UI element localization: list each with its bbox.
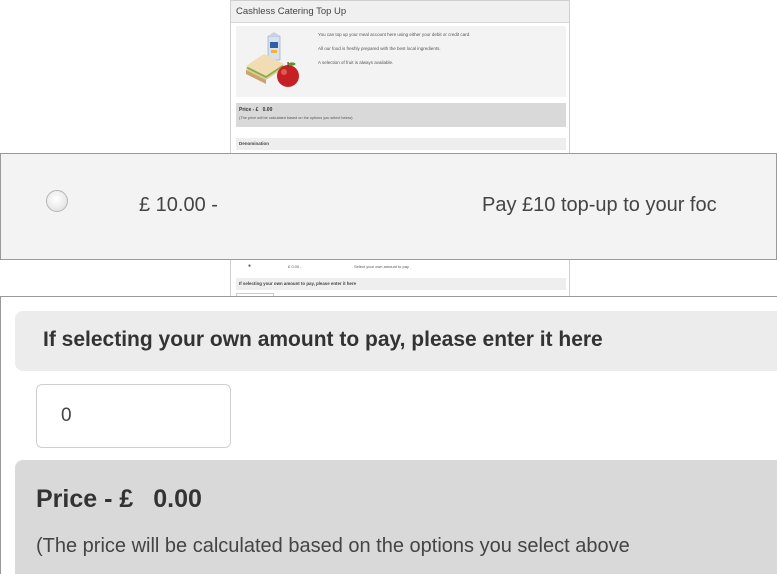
- price-note: (The price will be calculated based on t…: [36, 535, 630, 557]
- price-value: 0.00: [153, 485, 202, 513]
- option-description: Select your own amount to pay: [354, 264, 409, 269]
- denomination-heading: Denomination: [239, 141, 269, 146]
- option-amount: £ 0.00 -: [288, 264, 302, 269]
- own-amount-heading-small: If selecting your own amount to pay, ple…: [236, 278, 566, 290]
- option-amount: £ 10.00 -: [139, 194, 218, 216]
- sandwich-apple-drink-image: [242, 32, 304, 90]
- denomination-heading-panel: Denomination: [236, 138, 566, 150]
- radio-button-icon[interactable]: [46, 190, 68, 212]
- price-panel: Price - £ 0.00 (The price will be calcula…: [15, 460, 777, 574]
- price-label: Price - £ 0.00: [36, 485, 202, 514]
- price-note-small: (The price will be calculated based on t…: [239, 116, 353, 120]
- own-amount-input[interactable]: [36, 384, 231, 448]
- radio-button-icon[interactable]: ●: [248, 263, 251, 269]
- page-title: Cashless Catering Top Up: [231, 1, 569, 23]
- intro-line: All our food is freshly prepared with th…: [318, 46, 441, 51]
- own-amount-label-small: If selecting your own amount to pay, ple…: [239, 281, 357, 286]
- price-label-small: Price - £ 0.00: [239, 107, 273, 113]
- intro-panel: You can top up your meal account here us…: [236, 26, 566, 97]
- option-description: Pay £10 top-up to your foc: [482, 194, 717, 216]
- own-amount-zoom: If selecting your own amount to pay, ple…: [0, 296, 777, 574]
- price-panel-small: Price - £ 0.00 (The price will be calcul…: [236, 103, 566, 127]
- own-amount-label: If selecting your own amount to pay, ple…: [43, 328, 603, 351]
- denomination-option-zoom[interactable]: £ 10.00 - Pay £10 top-up to your foc: [0, 153, 777, 260]
- intro-line: You can top up your meal account here us…: [318, 32, 471, 37]
- intro-line: A selection of fruit is always available…: [318, 60, 394, 65]
- own-amount-heading: If selecting your own amount to pay, ple…: [15, 311, 777, 371]
- price-label-text: Price - £: [36, 485, 134, 513]
